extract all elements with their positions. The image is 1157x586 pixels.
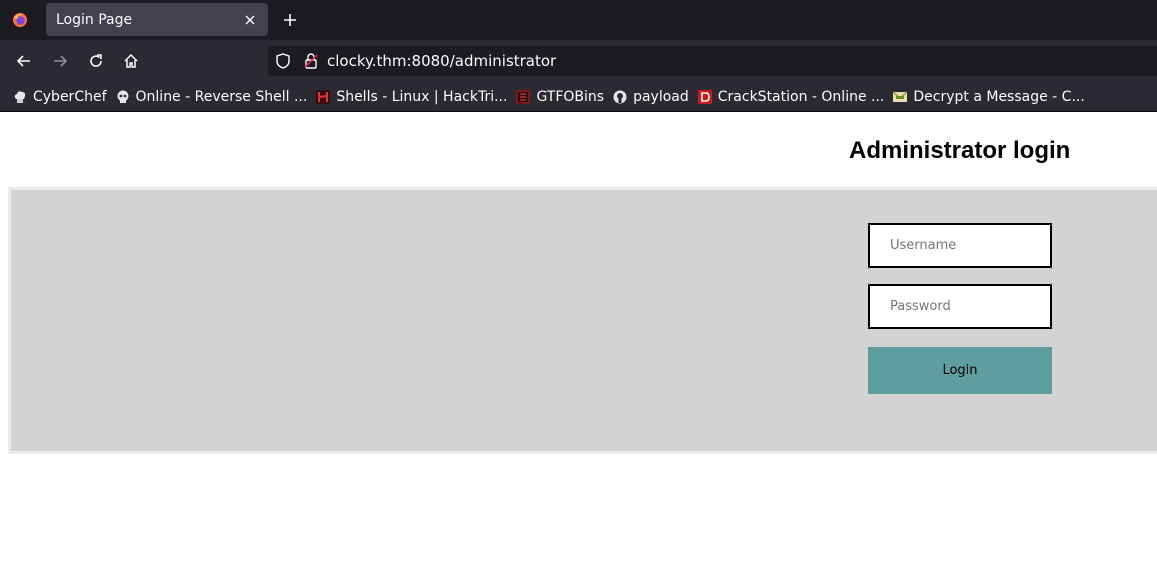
- envelope-icon: [892, 89, 908, 105]
- forward-arrow-icon[interactable]: [50, 51, 70, 71]
- bookmark-label: GTFOBins: [536, 88, 605, 105]
- insecure-lock-icon[interactable]: [303, 53, 319, 69]
- password-input[interactable]: [868, 284, 1052, 329]
- home-icon[interactable]: [121, 51, 141, 71]
- bookmark-gtfobins[interactable]: GTFOBins: [513, 85, 610, 109]
- shield-icon[interactable]: [275, 53, 291, 69]
- login-panel: Login: [8, 187, 1157, 454]
- hacktricks-icon: [315, 89, 331, 105]
- bookmark-label: Online - Reverse Shell ...: [135, 88, 308, 105]
- new-tab-plus-icon[interactable]: [279, 9, 301, 31]
- url-bar[interactable]: clocky.thm:8080/administrator: [268, 46, 1157, 76]
- bookmark-label: CyberChef: [33, 88, 107, 105]
- bookmark-label: payload: [633, 88, 689, 105]
- github-icon: [612, 89, 628, 105]
- login-button[interactable]: Login: [868, 347, 1052, 394]
- username-input[interactable]: [868, 223, 1052, 268]
- bookmark-payload[interactable]: payload: [610, 85, 695, 109]
- tab-title: Login Page: [56, 11, 133, 28]
- close-icon[interactable]: [242, 12, 258, 28]
- gtfobins-icon: [515, 89, 531, 105]
- reload-icon[interactable]: [86, 51, 106, 71]
- bookmark-label: Decrypt a Message - C...: [913, 88, 1085, 105]
- page-title: Administrator login: [849, 137, 1071, 164]
- bookmark-label: Shells - Linux | HackTri...: [336, 88, 508, 105]
- page-content: Administrator login Login: [0, 113, 1157, 586]
- tab-login-page[interactable]: Login Page: [46, 3, 268, 36]
- bookmark-crackstation[interactable]: CrackStation - Online ...: [695, 85, 891, 109]
- bookmark-cyberchef[interactable]: CyberChef: [10, 85, 113, 109]
- navigation-bar: clocky.thm:8080/administrator: [0, 40, 1157, 82]
- skull-icon: [115, 89, 131, 105]
- bookmark-decrypt-message[interactable]: Decrypt a Message - C...: [890, 85, 1090, 109]
- firefox-logo-icon[interactable]: [0, 0, 40, 40]
- bookmarks-toolbar: CyberChef Online - Reverse Shell ... She…: [0, 82, 1157, 112]
- chef-hat-icon: [12, 89, 28, 105]
- tab-bar: Login Page: [0, 0, 1157, 40]
- url-text[interactable]: clocky.thm:8080/administrator: [327, 52, 556, 70]
- crackstation-icon: [697, 89, 713, 105]
- bookmark-hacktricks[interactable]: Shells - Linux | HackTri...: [313, 85, 513, 109]
- back-arrow-icon[interactable]: [14, 51, 34, 71]
- bookmark-label: CrackStation - Online ...: [717, 88, 885, 105]
- bookmark-reverse-shell[interactable]: Online - Reverse Shell ...: [113, 85, 314, 109]
